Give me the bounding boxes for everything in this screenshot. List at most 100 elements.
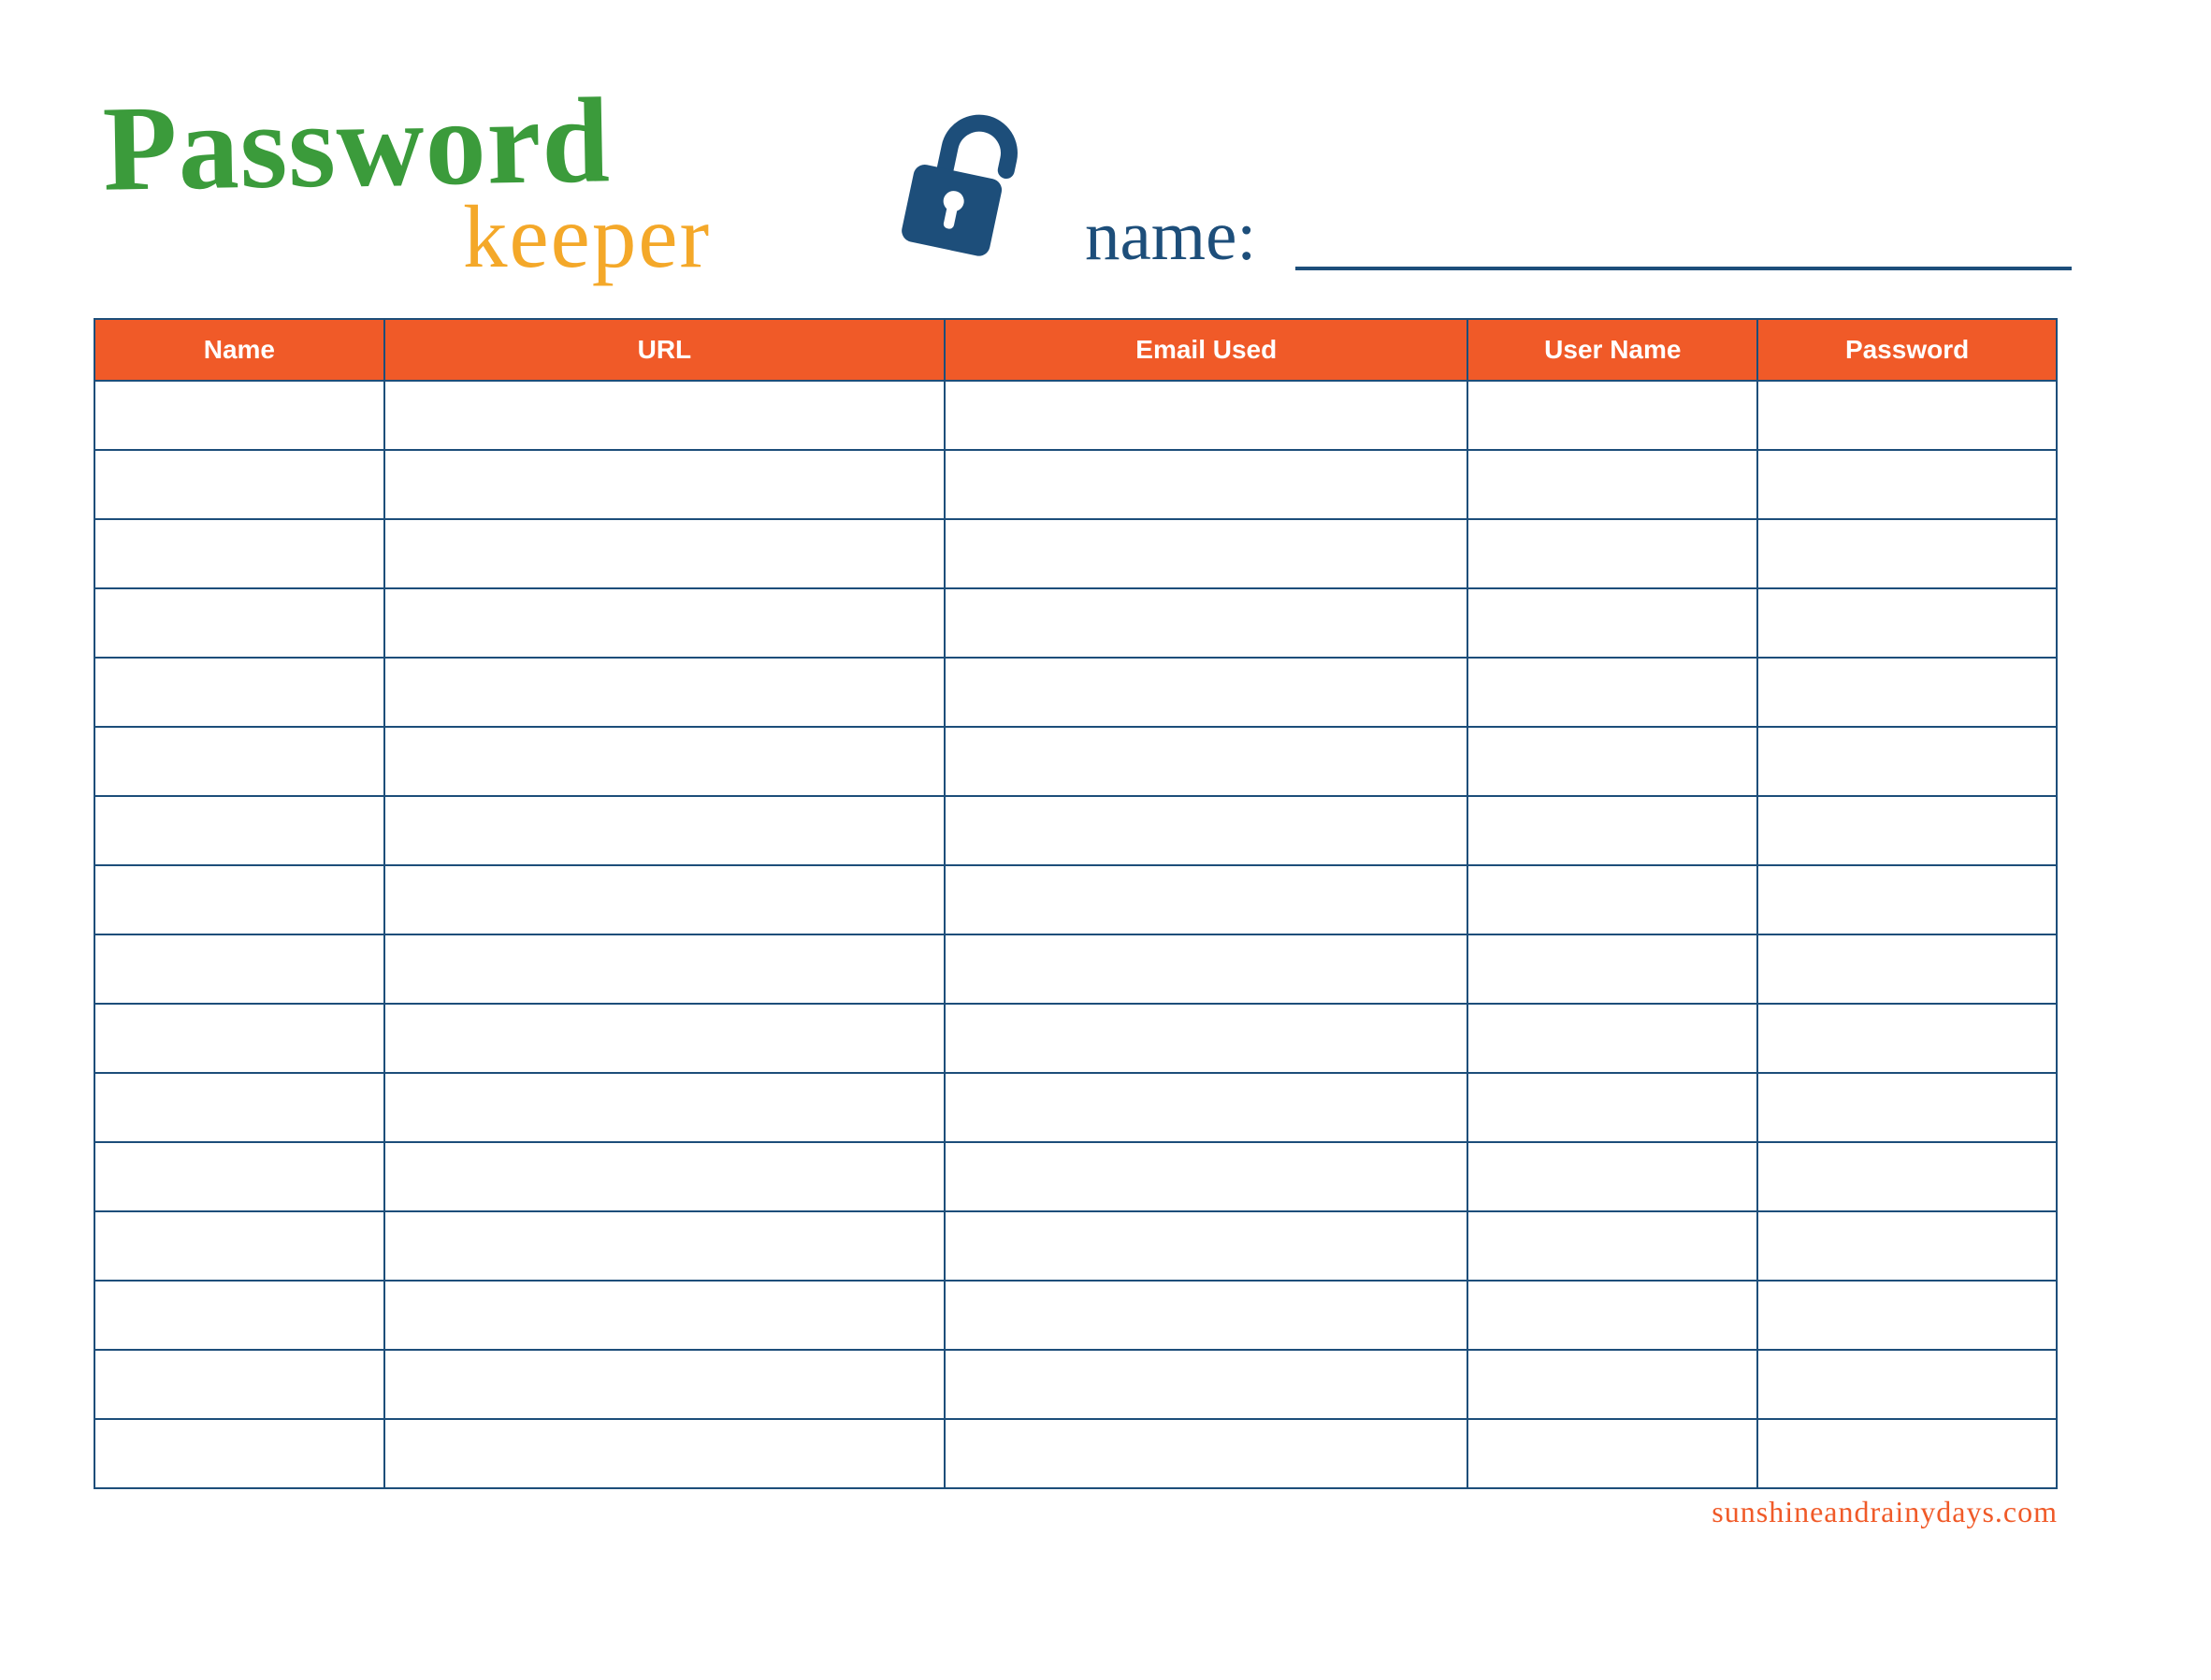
table-cell[interactable] (1467, 658, 1757, 727)
table-cell[interactable] (945, 1350, 1467, 1419)
table-cell[interactable] (1757, 519, 2057, 588)
table-cell[interactable] (1467, 1350, 1757, 1419)
table-cell[interactable] (945, 1142, 1467, 1211)
table-cell[interactable] (384, 1211, 945, 1281)
table-cell[interactable] (1467, 1281, 1757, 1350)
table-cell[interactable] (384, 727, 945, 796)
table-cell[interactable] (384, 865, 945, 934)
table-cell[interactable] (945, 1211, 1467, 1281)
table-cell[interactable] (945, 381, 1467, 450)
table-cell[interactable] (94, 588, 384, 658)
table-cell[interactable] (1757, 1004, 2057, 1073)
table-cell[interactable] (384, 1281, 945, 1350)
table-cell[interactable] (1757, 658, 2057, 727)
col-header-email: Email Used (945, 319, 1467, 381)
table-cell[interactable] (1467, 1211, 1757, 1281)
table-cell[interactable] (945, 519, 1467, 588)
col-header-password: Password (1757, 319, 2057, 381)
table-cell[interactable] (945, 1281, 1467, 1350)
table-row (94, 796, 2057, 865)
table-cell[interactable] (384, 658, 945, 727)
table-cell[interactable] (94, 1073, 384, 1142)
table-row (94, 1350, 2057, 1419)
table-cell[interactable] (1757, 381, 2057, 450)
table-cell[interactable] (1467, 865, 1757, 934)
table-cell[interactable] (384, 1004, 945, 1073)
table-cell[interactable] (945, 1419, 1467, 1488)
table-cell[interactable] (1467, 519, 1757, 588)
table-row (94, 1281, 2057, 1350)
table-cell[interactable] (384, 381, 945, 450)
table-cell[interactable] (94, 934, 384, 1004)
table-cell[interactable] (1757, 1350, 2057, 1419)
col-header-user: User Name (1467, 319, 1757, 381)
table-cell[interactable] (94, 658, 384, 727)
table-cell[interactable] (94, 796, 384, 865)
header: Password keeper name: (94, 75, 2117, 309)
table-cell[interactable] (94, 1281, 384, 1350)
table-cell[interactable] (94, 727, 384, 796)
table-cell[interactable] (94, 519, 384, 588)
table-cell[interactable] (945, 796, 1467, 865)
table-row (94, 727, 2057, 796)
page: Password keeper name: (0, 0, 2211, 1680)
table-cell[interactable] (1757, 1073, 2057, 1142)
table-row (94, 658, 2057, 727)
table-cell[interactable] (1467, 381, 1757, 450)
table-cell[interactable] (1757, 450, 2057, 519)
table-cell[interactable] (94, 450, 384, 519)
table-cell[interactable] (945, 450, 1467, 519)
table-row (94, 1004, 2057, 1073)
table-header: Name URL Email Used User Name Password (94, 319, 2057, 381)
table-cell[interactable] (384, 519, 945, 588)
table-cell[interactable] (384, 1419, 945, 1488)
table-row (94, 865, 2057, 934)
table-cell[interactable] (1757, 865, 2057, 934)
table-cell[interactable] (1757, 588, 2057, 658)
table-cell[interactable] (945, 658, 1467, 727)
table-cell[interactable] (1467, 934, 1757, 1004)
table-cell[interactable] (384, 934, 945, 1004)
table-row (94, 588, 2057, 658)
table-cell[interactable] (94, 381, 384, 450)
table-cell[interactable] (1467, 1419, 1757, 1488)
lock-icon (870, 98, 1057, 285)
table-cell[interactable] (94, 1211, 384, 1281)
table-cell[interactable] (1467, 727, 1757, 796)
table-cell[interactable] (945, 1004, 1467, 1073)
table-cell[interactable] (94, 1142, 384, 1211)
table-cell[interactable] (1757, 934, 2057, 1004)
table-row (94, 519, 2057, 588)
table-cell[interactable] (1757, 1281, 2057, 1350)
table-cell[interactable] (384, 1350, 945, 1419)
table-cell[interactable] (1467, 796, 1757, 865)
table-cell[interactable] (384, 450, 945, 519)
table-cell[interactable] (1467, 588, 1757, 658)
table-cell[interactable] (1757, 796, 2057, 865)
table-cell[interactable] (94, 1004, 384, 1073)
table-cell[interactable] (1757, 1419, 2057, 1488)
table-cell[interactable] (384, 1142, 945, 1211)
table-cell[interactable] (1467, 1004, 1757, 1073)
table-cell[interactable] (945, 727, 1467, 796)
table-cell[interactable] (1757, 727, 2057, 796)
table-cell[interactable] (945, 934, 1467, 1004)
table-cell[interactable] (384, 588, 945, 658)
table-cell[interactable] (384, 1073, 945, 1142)
table-cell[interactable] (94, 865, 384, 934)
table-cell[interactable] (1757, 1142, 2057, 1211)
table-cell[interactable] (384, 796, 945, 865)
table-cell[interactable] (1757, 1211, 2057, 1281)
table-cell[interactable] (94, 1350, 384, 1419)
table-row (94, 1073, 2057, 1142)
table-cell[interactable] (945, 1073, 1467, 1142)
table-cell[interactable] (945, 588, 1467, 658)
table-row (94, 450, 2057, 519)
table-row (94, 934, 2057, 1004)
table-cell[interactable] (94, 1419, 384, 1488)
table-cell[interactable] (1467, 450, 1757, 519)
table-cell[interactable] (1467, 1073, 1757, 1142)
name-input-line[interactable] (1295, 267, 2072, 270)
table-cell[interactable] (1467, 1142, 1757, 1211)
table-cell[interactable] (945, 865, 1467, 934)
